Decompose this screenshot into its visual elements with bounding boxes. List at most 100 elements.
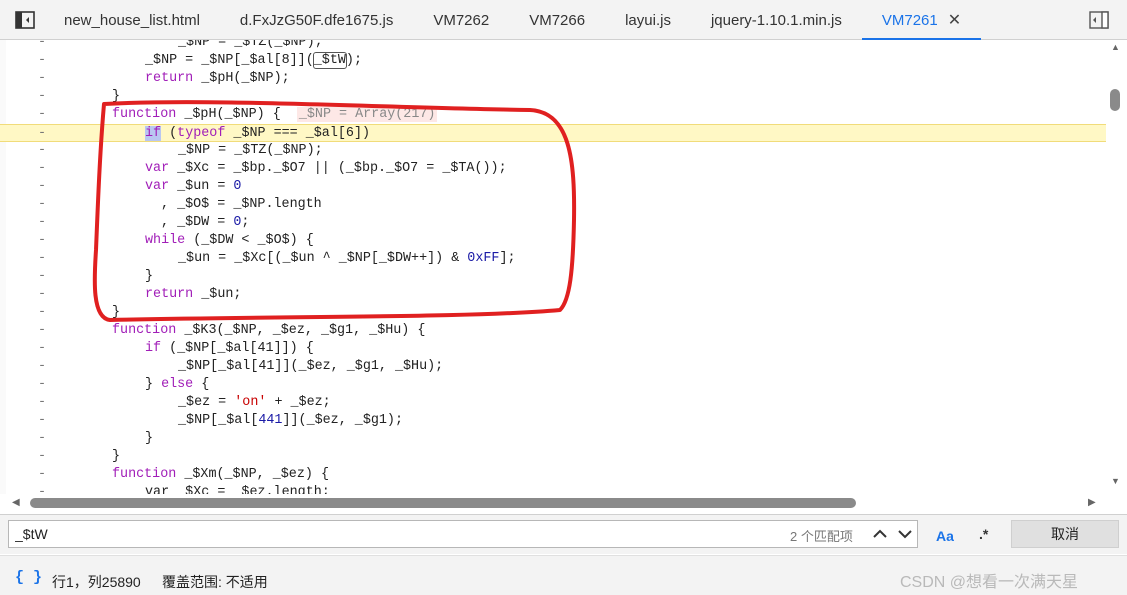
horizontal-scroll-thumb[interactable] [30,498,856,508]
code-text: } else { [145,376,209,394]
keyword: return [145,287,194,302]
tab-label: d.FxJzG50F.dfe1675.js [239,11,394,29]
code-token: , _$DW = [161,215,234,230]
code-line: - return _$pH(_$NP); [0,70,1110,88]
keyword: return [145,71,194,86]
code-text: _$ez = 'on' + _$ez; [178,394,331,412]
tab-vm7261[interactable]: VM7261 ✕ [861,0,982,40]
code-line: - _$NP = _$TZ(_$NP); [0,40,1110,52]
previous-match-icon[interactable] [869,523,891,545]
code-text: } [145,431,154,446]
search-input[interactable] [8,520,918,548]
line-marker: - [38,449,47,464]
tab-layui[interactable]: layui.js [605,0,691,40]
line-marker: - [38,161,47,176]
keyword: var [145,179,170,194]
code-line: - function _$K3(_$NP, _$ez, _$g1, _$Hu) { [0,322,1110,340]
match-case-button[interactable]: Aa [936,528,954,544]
code-line: -} [0,268,1110,286]
code-text: _$NP[_$al[441]](_$ez, _$g1); [178,412,403,430]
code-line: - , _$DW = 0; [0,214,1110,232]
code-line: - , _$O$ = _$NP.length [0,196,1110,214]
tab-vm7262[interactable]: VM7262 [413,0,509,40]
line-marker: - [38,53,47,68]
code-text: _$NP = _$NP[_$al[8]](_$tW); [145,52,362,70]
code-token: _$NP = _$NP[_$al[8]]( [145,53,314,68]
code-line: - } else { [0,376,1110,394]
watermark: CSDN @想看一次满天星 [900,574,1079,591]
scroll-down-icon[interactable]: ▼ [1111,476,1120,486]
line-marker: - [38,107,47,122]
tab-label: layui.js [625,11,671,29]
code-text: function _$K3(_$NP, _$ez, _$g1, _$Hu) { [112,322,425,340]
code-token: + _$ez; [266,395,331,410]
close-icon[interactable]: ✕ [948,10,961,30]
code-token: (_$DW < _$O$) { [185,233,314,248]
code-token: _$K3(_$NP, _$ez, _$g1, _$Hu) { [176,323,426,338]
line-marker: - [38,269,47,284]
tab-d-fxjzg50f[interactable]: d.FxJzG50F.dfe1675.js [220,0,413,40]
code-text: return _$pH(_$NP); [145,70,290,88]
scroll-up-icon[interactable]: ▲ [1111,42,1120,52]
code-token: _$NP === _$al[6]) [225,126,371,141]
keyword: function [112,107,177,122]
code-token: ]; [499,251,516,266]
code-line: - return _$un; [0,286,1110,304]
line-marker: - [38,40,47,50]
line-marker: - [38,323,47,338]
line-marker: - [38,233,47,248]
code-editor[interactable]: - _$NP = _$TZ(_$NP); - _$NP = _$NP[_$al[8]… [0,40,1127,494]
line-marker: - [38,431,47,446]
tab-label: jquery-1.10.1.min.js [710,11,842,29]
line-marker: - [38,377,47,392]
code-token: ( [161,126,178,141]
paused-line: - if (typeof _$NP === _$al[6]) [0,124,1110,142]
code-line: - _$NP = _$TZ(_$NP); [0,142,1110,160]
line-marker: - [38,89,47,104]
regex-button[interactable]: .* [979,526,988,542]
code-line: - while (_$DW < _$O$) { [0,232,1110,250]
tab-new-house-list[interactable]: new_house_list.html [44,0,220,40]
tab-label: VM7266 [529,11,586,29]
sidebar-toggle-icon[interactable] [14,9,36,31]
keyword: typeof [177,126,226,141]
code-text: _$un = _$Xc[(_$un ^ _$NP[_$DW++]) & 0xFF… [178,250,516,268]
coverage-status: 覆盖范围: 不适用 [162,574,268,590]
code-token: (_$NP[_$al[41]]) { [161,341,314,356]
file-tabs: new_house_list.html d.FxJzG50F.dfe1675.j… [44,0,982,40]
next-match-icon[interactable] [894,523,916,545]
line-marker: - [38,197,47,212]
scroll-right-icon[interactable]: ▶ [1088,497,1096,508]
tab-vm7266[interactable]: VM7266 [509,0,605,40]
horizontal-scrollbar[interactable]: ◀ ▶ [0,494,1106,512]
pretty-print-button[interactable]: { } [15,569,42,586]
tab-label: VM7261 [881,11,938,29]
code-text: if (typeof _$NP === _$al[6]) [145,125,370,143]
code-line: - _$NP[_$al[441]](_$ez, _$g1); [0,412,1110,430]
tab-jquery[interactable]: jquery-1.10.1.min.js [691,0,862,40]
string-literal: 'on' [234,395,267,410]
number-literal: 0xFF [467,251,500,266]
code-token: _$ez = [178,395,235,410]
line-marker: - [38,215,47,230]
code-token: { [193,377,210,392]
keyword: var [145,161,170,176]
code-line: -} [0,448,1110,466]
code-line: - _$NP = _$NP[_$al[8]](_$tW); [0,52,1110,70]
inline-value-hint: _$NP = Array(217) [296,107,438,122]
code-text: var _$Xc = _$ez.length; [145,485,330,494]
vertical-scrollbar[interactable]: ▲ ▼ [1106,40,1127,494]
cancel-button[interactable]: 取消 [1011,520,1119,548]
code-text: var _$Xc = _$bp._$O7 || (_$bp._$O7 = _$T… [145,160,507,178]
line-marker: - [38,71,47,86]
debugger-toggle-icon[interactable] [1088,9,1110,31]
keyword: if [145,341,162,356]
line-marker: - [38,359,47,374]
match-count: 2 个匹配项 [790,529,853,544]
code-text: } [112,89,121,104]
vertical-scroll-thumb[interactable] [1110,89,1120,111]
tab-label: VM7262 [433,11,490,29]
scroll-left-icon[interactable]: ◀ [12,497,20,508]
code-token: _$un = [169,179,234,194]
line-marker: - [38,413,47,428]
